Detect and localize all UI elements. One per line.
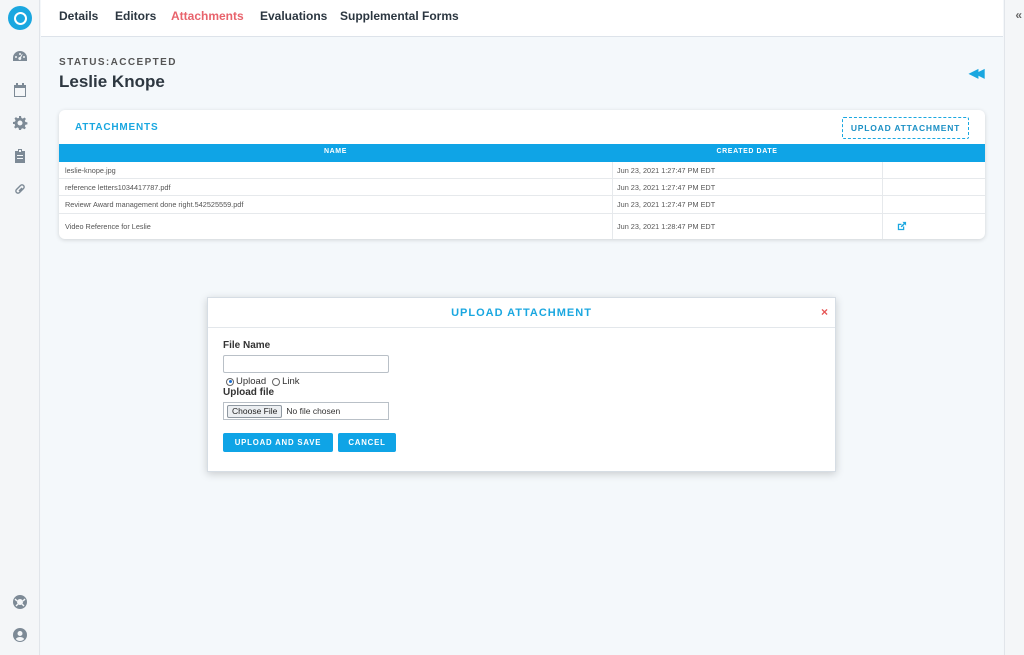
attachment-created-date: Jun 23, 2021 1:27:47 PM EDT — [617, 166, 716, 175]
attachment-name[interactable]: Video Reference for Leslie — [65, 222, 151, 231]
table-row[interactable]: Reviewr Award management done right.5425… — [59, 196, 985, 214]
column-divider — [882, 196, 883, 214]
left-sidebar — [0, 0, 40, 655]
file-picker[interactable]: Choose File No file chosen — [223, 402, 389, 420]
status-label: STATUS:ACCEPTED — [59, 57, 177, 68]
page-title: Leslie Knope — [59, 72, 165, 91]
clipboard-icon[interactable] — [11, 147, 29, 165]
table-row[interactable]: reference letters1034417787.pdf Jun 23, … — [59, 179, 985, 196]
column-header-created-date[interactable]: CREATED DATE — [612, 148, 882, 155]
tab-details[interactable]: Details — [59, 9, 98, 23]
external-link-icon[interactable] — [896, 221, 907, 232]
table-row[interactable]: leslie-knope.jpg Jun 23, 2021 1:27:47 PM… — [59, 162, 985, 179]
calendar-icon[interactable] — [11, 81, 29, 99]
gear-icon[interactable] — [11, 114, 29, 132]
attachment-created-date: Jun 23, 2021 1:27:47 PM EDT — [617, 200, 716, 209]
upload-and-save-button[interactable]: UPLOAD AND SAVE — [223, 433, 333, 452]
attachments-title: ATTACHMENTS — [75, 122, 159, 133]
choose-file-button[interactable]: Choose File — [227, 404, 283, 418]
column-divider — [882, 162, 883, 179]
modal-header: UPLOAD ATTACHMENT × — [208, 298, 835, 328]
file-name-input[interactable] — [223, 355, 389, 373]
attachment-name[interactable]: Reviewr Award management done right.5425… — [65, 200, 243, 209]
column-divider — [612, 162, 613, 179]
app-logo-icon[interactable] — [8, 6, 32, 30]
table-row[interactable]: Video Reference for Leslie Jun 23, 2021 … — [59, 214, 985, 239]
attachment-name[interactable]: leslie-knope.jpg — [65, 166, 116, 175]
column-divider — [612, 214, 613, 239]
collapse-right-panel-icon[interactable]: « — [1015, 8, 1022, 22]
radio-link-label[interactable]: Link — [282, 376, 299, 387]
tab-evaluations[interactable]: Evaluations — [260, 9, 327, 23]
link-icon[interactable] — [11, 180, 29, 198]
top-tab-bar: Details Editors Attachments Evaluations … — [41, 0, 1003, 37]
attachment-created-date: Jun 23, 2021 1:28:47 PM EDT — [617, 222, 716, 231]
tab-attachments[interactable]: Attachments — [171, 9, 244, 23]
modal-title: UPLOAD ATTACHMENT — [451, 307, 592, 319]
column-divider — [612, 196, 613, 214]
close-icon[interactable]: × — [821, 305, 828, 319]
no-file-chosen-text: No file chosen — [286, 406, 341, 416]
radio-upload[interactable] — [226, 377, 234, 386]
attachment-name[interactable]: reference letters1034417787.pdf — [65, 183, 170, 192]
table-header: NAME CREATED DATE — [59, 144, 985, 162]
help-lifebuoy-icon[interactable] — [11, 593, 29, 611]
attachment-created-date: Jun 23, 2021 1:27:47 PM EDT — [617, 183, 716, 192]
upload-attachment-modal: UPLOAD ATTACHMENT × File Name Upload Lin… — [207, 297, 836, 472]
upload-type-radio-group: Upload Link — [226, 376, 300, 387]
cancel-button[interactable]: CANCEL — [338, 433, 396, 452]
file-name-label: File Name — [223, 340, 271, 351]
radio-upload-label[interactable]: Upload — [236, 376, 266, 387]
radio-link[interactable] — [272, 377, 281, 386]
modal-body: File Name Upload Link Upload file Choose… — [208, 329, 835, 471]
column-divider — [612, 179, 613, 196]
tab-supplemental-forms[interactable]: Supplemental Forms — [340, 9, 459, 23]
attachments-card: ATTACHMENTS UPLOAD ATTACHMENT NAME CREAT… — [59, 110, 985, 239]
upload-attachment-button[interactable]: UPLOAD ATTACHMENT — [842, 117, 969, 139]
column-divider — [882, 214, 883, 239]
double-chevron-left-icon[interactable]: ◀◀ — [969, 66, 985, 80]
column-header-name[interactable]: NAME — [59, 148, 612, 155]
column-divider — [882, 179, 883, 196]
user-profile-icon[interactable] — [11, 626, 29, 644]
upload-file-label: Upload file — [223, 387, 275, 398]
tab-editors[interactable]: Editors — [115, 9, 156, 23]
dashboard-icon[interactable] — [11, 48, 29, 66]
right-sidebar: « — [1004, 0, 1024, 655]
